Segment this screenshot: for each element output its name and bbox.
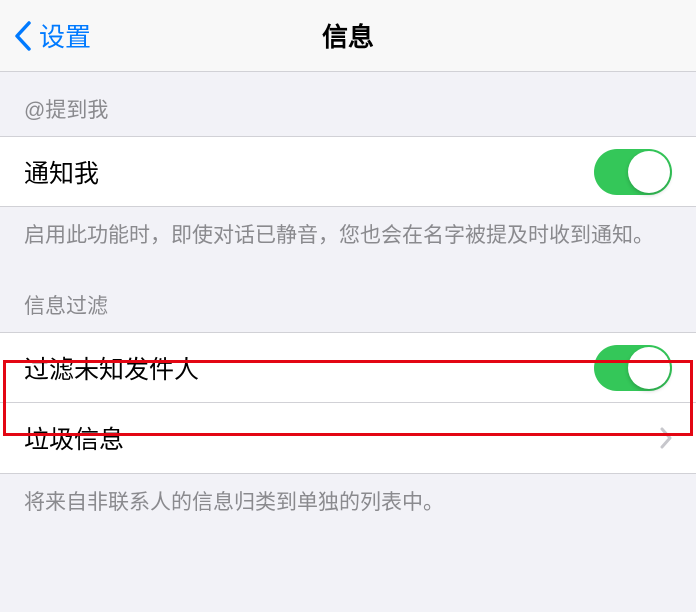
section-footer-mentions: 启用此功能时，即使对话已静音，您也会在名字被提及时收到通知。 [0,207,696,268]
notify-me-toggle[interactable] [594,149,672,195]
filter-unknown-cell: 过滤未知发件人 [0,332,696,403]
toggle-knob [628,151,670,193]
filter-unknown-toggle[interactable] [594,345,672,391]
back-button[interactable]: 设置 [0,17,91,54]
navigation-bar: 设置 信息 [0,0,696,72]
toggle-knob [628,347,670,389]
page-title: 信息 [322,17,374,54]
notify-me-label: 通知我 [24,154,99,190]
chevron-left-icon [14,21,31,51]
junk-messages-cell[interactable]: 垃圾信息 [0,403,696,474]
section-header-mentions: @提到我 [0,72,696,136]
filter-unknown-label: 过滤未知发件人 [24,350,199,386]
chevron-right-icon [660,427,672,449]
back-label: 设置 [39,17,91,54]
junk-messages-label: 垃圾信息 [24,420,124,456]
section-footer-filter: 将来自非联系人的信息归类到单独的列表中。 [0,474,696,535]
section-header-filter: 信息过滤 [0,268,696,332]
notify-me-cell: 通知我 [0,136,696,207]
